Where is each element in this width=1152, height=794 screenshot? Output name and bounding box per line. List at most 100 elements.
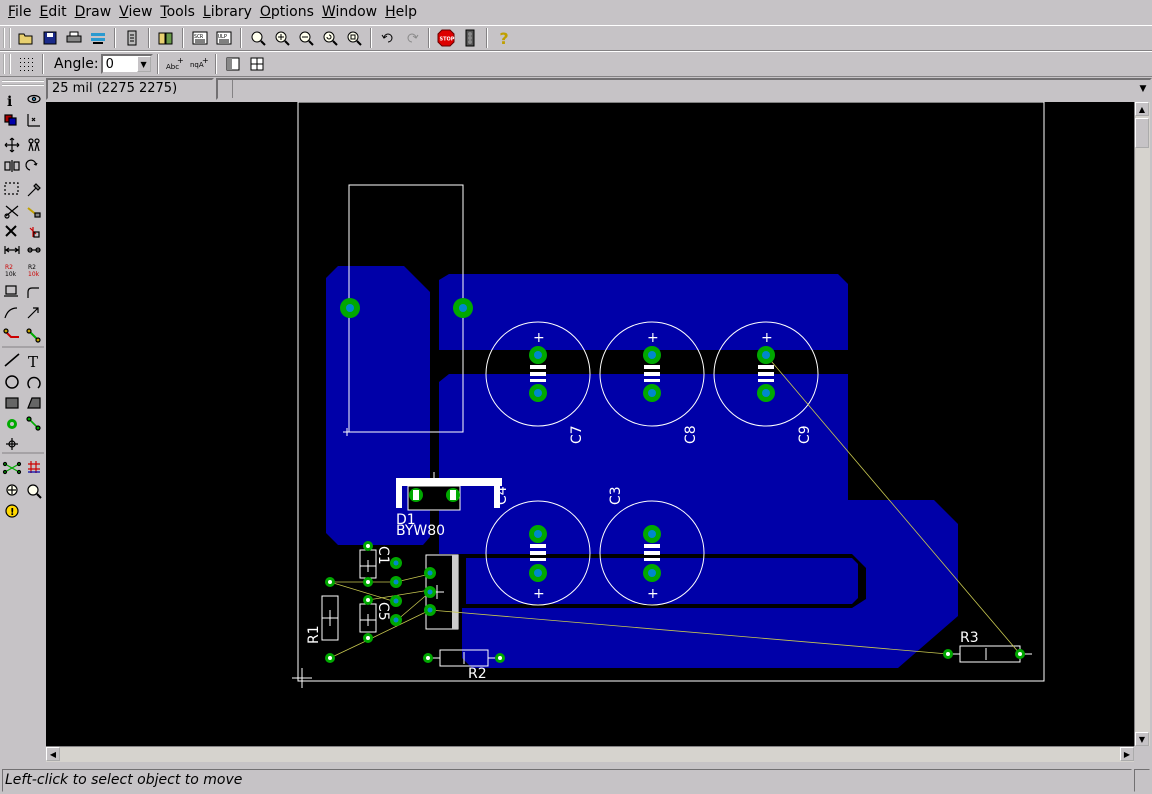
- scroll-left-icon[interactable]: ◀: [46, 747, 60, 761]
- move-icon[interactable]: [4, 137, 20, 153]
- zoom-in-icon[interactable]: [271, 27, 293, 49]
- stop-icon[interactable]: STOP: [435, 27, 457, 49]
- zoom-redraw-icon[interactable]: [319, 27, 341, 49]
- signal-icon[interactable]: [26, 416, 41, 431]
- coordinate-display: 25 mil (2275 2275): [46, 78, 214, 100]
- svg-text:R2: R2: [5, 264, 13, 271]
- drc-icon[interactable]: [6, 484, 18, 496]
- print-icon[interactable]: [63, 27, 85, 49]
- script-icon[interactable]: SCR: [189, 27, 211, 49]
- scroll-right-icon[interactable]: ▶: [1120, 747, 1134, 761]
- wire-icon[interactable]: [4, 353, 20, 367]
- ripup-icon[interactable]: [26, 328, 41, 343]
- info-icon[interactable]: i: [7, 94, 12, 110]
- help-icon[interactable]: ?: [493, 27, 515, 49]
- menu-library[interactable]: Library: [199, 0, 256, 24]
- spin-icon[interactable]: Abc +: [164, 53, 186, 75]
- group-icon[interactable]: [4, 182, 19, 195]
- erc-icon[interactable]: !: [5, 504, 19, 518]
- paste-icon[interactable]: [27, 207, 41, 218]
- export-icon[interactable]: [121, 27, 143, 49]
- horizontal-scrollbar[interactable]: ◀ ▶: [46, 746, 1134, 762]
- toolbar-grip[interactable]: [3, 28, 11, 48]
- menu-view[interactable]: View: [115, 0, 156, 24]
- open-icon[interactable]: [15, 27, 37, 49]
- value-icon[interactable]: R210k: [28, 264, 40, 278]
- label-r3: R3: [960, 630, 979, 646]
- coordinate-bar: 25 mil (2275 2275) ▼: [46, 78, 1152, 100]
- main-toolbar: SCR ULP STOP ?: [0, 25, 1152, 51]
- chevron-down-icon[interactable]: ▼: [136, 56, 151, 72]
- mirror-text-icon[interactable]: nqA +: [188, 53, 210, 75]
- go-icon[interactable]: [459, 27, 481, 49]
- delete-icon[interactable]: [5, 225, 17, 237]
- autorouter-icon[interactable]: [28, 461, 40, 473]
- undo-icon[interactable]: [377, 27, 399, 49]
- via-icon[interactable]: [7, 419, 17, 429]
- menu-draw[interactable]: Draw: [71, 0, 116, 24]
- hole-icon[interactable]: [6, 438, 18, 450]
- arc-icon[interactable]: [27, 376, 41, 389]
- command-line[interactable]: ▼: [216, 78, 1152, 100]
- label-c8: C8: [683, 425, 699, 444]
- label-c7: C7: [569, 425, 585, 444]
- circle-icon[interactable]: [5, 375, 19, 389]
- chevron-down-icon[interactable]: ▼: [1136, 80, 1150, 98]
- zoom-out-icon[interactable]: [295, 27, 317, 49]
- layout-right-icon[interactable]: [246, 53, 268, 75]
- save-icon[interactable]: [39, 27, 61, 49]
- vertical-scrollbar[interactable]: ▲ ▼: [1134, 102, 1150, 746]
- menu-window[interactable]: Window: [318, 0, 381, 24]
- mark-icon[interactable]: [27, 114, 40, 127]
- menu-help[interactable]: Help: [381, 0, 421, 24]
- origin-marker: [292, 668, 312, 688]
- grid-icon[interactable]: [15, 53, 37, 75]
- ratsnest-icon[interactable]: [2, 461, 22, 475]
- cam-icon[interactable]: [87, 27, 109, 49]
- change-icon[interactable]: [27, 183, 41, 197]
- scroll-down-icon[interactable]: ▼: [1135, 732, 1149, 746]
- mirror-icon[interactable]: [4, 160, 20, 172]
- pcb-board[interactable]: + + + + + C7 C8 C9 C4 C3 C1 C5 D1 BYW80 …: [46, 102, 1134, 746]
- menu-bar: File Edit Draw View Tools Library Option…: [0, 0, 1152, 24]
- menu-options[interactable]: Options: [256, 0, 318, 24]
- layout-left-icon[interactable]: [222, 53, 244, 75]
- show-icon[interactable]: [27, 94, 41, 104]
- scroll-up-icon[interactable]: ▲: [1135, 102, 1149, 116]
- run-icon[interactable]: ULP: [213, 27, 235, 49]
- errors-icon[interactable]: [27, 484, 42, 499]
- zoom-select-icon[interactable]: [343, 27, 365, 49]
- text-icon[interactable]: T: [28, 353, 38, 371]
- miter-icon[interactable]: [27, 287, 39, 298]
- smash-icon[interactable]: [4, 285, 18, 297]
- cut-icon[interactable]: [4, 205, 19, 219]
- status-indicator: [1134, 769, 1150, 792]
- optimize-icon[interactable]: [27, 307, 39, 319]
- tool-palette: i R2 10k R2 10k T !: [0, 78, 46, 768]
- add-icon[interactable]: [29, 227, 40, 238]
- copy-icon[interactable]: [28, 138, 40, 152]
- display-icon[interactable]: [4, 114, 17, 126]
- library-icon[interactable]: [155, 27, 177, 49]
- menu-tools[interactable]: Tools: [156, 0, 199, 24]
- svg-text:+: +: [202, 57, 208, 65]
- route-icon[interactable]: [3, 328, 19, 338]
- svg-text:SCR: SCR: [194, 34, 204, 40]
- redo-icon[interactable]: [401, 27, 423, 49]
- toolbar-grip[interactable]: [3, 54, 11, 74]
- menu-edit[interactable]: Edit: [35, 0, 70, 24]
- split-icon[interactable]: [4, 307, 18, 319]
- svg-text:+: +: [533, 586, 545, 602]
- vertical-scroll-thumb[interactable]: [1135, 118, 1149, 148]
- replace-icon[interactable]: [27, 247, 41, 253]
- menu-file[interactable]: File: [4, 0, 35, 24]
- zoom-fit-icon[interactable]: [247, 27, 269, 49]
- rect-icon[interactable]: [5, 397, 19, 409]
- polygon-icon[interactable]: [27, 397, 41, 409]
- svg-text:R2: R2: [28, 264, 36, 271]
- name-icon[interactable]: R210k: [5, 264, 17, 278]
- board-canvas[interactable]: + + + + + C7 C8 C9 C4 C3 C1 C5 D1 BYW80 …: [46, 102, 1134, 746]
- pinswap-icon[interactable]: [4, 246, 20, 254]
- rotate-icon[interactable]: [25, 159, 38, 171]
- angle-select[interactable]: 0 ▼: [100, 54, 153, 74]
